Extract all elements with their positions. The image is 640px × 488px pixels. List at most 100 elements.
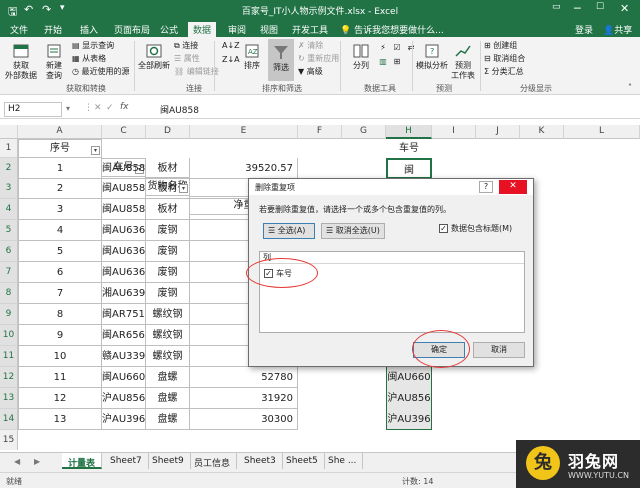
row-header[interactable]: 12: [0, 367, 18, 388]
flash-fill-icon[interactable]: ⚡: [378, 43, 388, 53]
enter-edit-icon[interactable]: ✓: [106, 103, 114, 113]
edit-links-button[interactable]: ⛓ 编辑链接: [174, 67, 219, 77]
table-cell[interactable]: 废钢: [146, 241, 190, 262]
tab-developer[interactable]: 开发工具: [292, 23, 328, 36]
table-cell[interactable]: 闽AU636: [102, 241, 146, 262]
login-link[interactable]: 登录: [575, 23, 593, 36]
share-button[interactable]: 👤共享: [603, 23, 632, 36]
table-cell[interactable]: 沪AU856: [102, 388, 146, 409]
table-cell[interactable]: 1: [18, 158, 102, 179]
minimize-icon[interactable]: ─: [574, 2, 581, 15]
table-cell[interactable]: 板材: [146, 178, 190, 199]
column-h-cell[interactable]: 闽AU660: [386, 367, 432, 388]
tab-insert[interactable]: 插入: [80, 23, 98, 36]
insert-function-icon[interactable]: fx: [120, 102, 129, 112]
table-cell[interactable]: 2: [18, 178, 102, 199]
row-header[interactable]: 10: [0, 325, 18, 346]
sheet-tab-sheet3[interactable]: Sheet3: [238, 453, 283, 469]
column-header-a[interactable]: A: [18, 125, 102, 139]
table-cell[interactable]: 沪AU396: [102, 409, 146, 430]
unselect-all-button[interactable]: ☰ 取消全选(U): [321, 223, 385, 239]
tab-formulas[interactable]: 公式: [160, 23, 178, 36]
row-header[interactable]: 1: [0, 139, 18, 158]
table-cell[interactable]: 4: [18, 220, 102, 241]
table-cell[interactable]: 板材: [146, 158, 190, 179]
table-cell[interactable]: 闽AU636: [102, 220, 146, 241]
my-data-has-headers-checkbox[interactable]: ✓ 数据包含标题(M): [439, 223, 512, 234]
table-cell[interactable]: 湘AU639: [102, 283, 146, 304]
column-header-l[interactable]: L: [564, 125, 640, 139]
select-all-button[interactable]: ☰ 全选(A): [263, 223, 315, 239]
collapse-ribbon-icon[interactable]: ˄: [628, 83, 632, 93]
table-cell[interactable]: 闽AU858: [102, 178, 146, 199]
recent-sources-button[interactable]: ◷ 最近使用的源: [72, 67, 130, 77]
column-header-f[interactable]: F: [298, 125, 342, 139]
row-header[interactable]: 11: [0, 346, 18, 367]
column-header-k[interactable]: K: [520, 125, 564, 139]
table-cell[interactable]: 闽AR751: [102, 304, 146, 325]
column-header-g[interactable]: G: [342, 125, 386, 139]
new-query-button[interactable]: 新建 查询: [40, 43, 68, 81]
table-cell[interactable]: 盘螺: [146, 388, 190, 409]
table-cell[interactable]: 盘螺: [146, 367, 190, 388]
cancel-button[interactable]: 取消: [473, 342, 525, 358]
table-cell[interactable]: 3: [18, 199, 102, 220]
row-header[interactable]: 9: [0, 304, 18, 325]
table-cell[interactable]: 闽AU660: [102, 367, 146, 388]
table-cell[interactable]: 废钢: [146, 283, 190, 304]
table-cell[interactable]: 13: [18, 409, 102, 430]
tab-review[interactable]: 审阅: [228, 23, 246, 36]
sort-az-button[interactable]: A↓Z: [222, 41, 240, 51]
maximize-icon[interactable]: ☐: [596, 2, 604, 12]
from-table-button[interactable]: ▦ 从表格: [72, 54, 106, 64]
row-header[interactable]: 14: [0, 409, 18, 430]
column-header-e[interactable]: E: [190, 125, 298, 139]
group-button[interactable]: ⊞ 创建组: [484, 41, 517, 51]
tab-page-layout[interactable]: 页面布局: [114, 23, 150, 36]
column-header-h[interactable]: H: [386, 125, 432, 139]
column-h-cell[interactable]: 沪AU856: [386, 388, 432, 409]
what-if-analysis-button[interactable]: ? 模拟分析: [414, 43, 450, 71]
show-queries-button[interactable]: ▤ 显示查询: [72, 41, 114, 51]
table-cell[interactable]: 赣AU339: [102, 346, 146, 367]
column-header-j[interactable]: J: [476, 125, 520, 139]
table-cell[interactable]: 30300: [190, 409, 298, 430]
table-cell[interactable]: 螺纹钢: [146, 346, 190, 367]
close-icon[interactable]: ✕: [620, 2, 629, 15]
filter-dropdown-icon[interactable]: ▾: [91, 146, 100, 155]
text-to-columns-button[interactable]: 分列: [348, 43, 374, 71]
row-header[interactable]: 2: [0, 158, 18, 179]
formula-input[interactable]: 闽AU858: [160, 103, 199, 116]
table-cell[interactable]: 闽AR656: [102, 325, 146, 346]
table-cell[interactable]: 8: [18, 304, 102, 325]
ribbon-display-icon[interactable]: ▭: [552, 2, 561, 12]
clear-button[interactable]: ✗ 清除: [298, 41, 323, 51]
sheet-tab-employee-info[interactable]: 员工信息: [188, 453, 238, 469]
refresh-all-button[interactable]: 全部刷新: [138, 43, 170, 71]
subtotal-button[interactable]: Σ 分类汇总: [484, 67, 524, 77]
cancel-edit-icon[interactable]: ✕: [94, 103, 102, 113]
name-box-dropdown-icon[interactable]: ▾: [66, 104, 70, 113]
row-header[interactable]: 3: [0, 178, 18, 199]
sort-za-button[interactable]: Z↓A: [222, 55, 240, 65]
table-cell[interactable]: 螺纹钢: [146, 325, 190, 346]
data-validation-icon[interactable]: ☑: [392, 43, 402, 53]
column-header-c[interactable]: C: [102, 125, 146, 139]
sheet-tab-more[interactable]: She ...: [322, 453, 364, 469]
table-cell[interactable]: 9: [18, 325, 102, 346]
table-cell[interactable]: 11: [18, 367, 102, 388]
table-cell[interactable]: 板材: [146, 199, 190, 220]
table-cell[interactable]: 10: [18, 346, 102, 367]
close-icon[interactable]: ✕: [499, 180, 527, 194]
row-header[interactable]: 8: [0, 283, 18, 304]
sheet-tab-sheet7[interactable]: Sheet7: [104, 453, 149, 469]
column-header-d[interactable]: D: [146, 125, 190, 139]
forecast-sheet-button[interactable]: 预测 工作表: [450, 43, 476, 81]
table-cell[interactable]: 7: [18, 283, 102, 304]
table-cell[interactable]: 12: [18, 388, 102, 409]
table-cell[interactable]: 闽AU636: [102, 262, 146, 283]
row-header[interactable]: 4: [0, 199, 18, 220]
properties-button[interactable]: ☰ 属性: [174, 54, 200, 64]
table-cell[interactable]: 闽AU858: [102, 158, 146, 179]
table-cell[interactable]: 螺纹钢: [146, 304, 190, 325]
